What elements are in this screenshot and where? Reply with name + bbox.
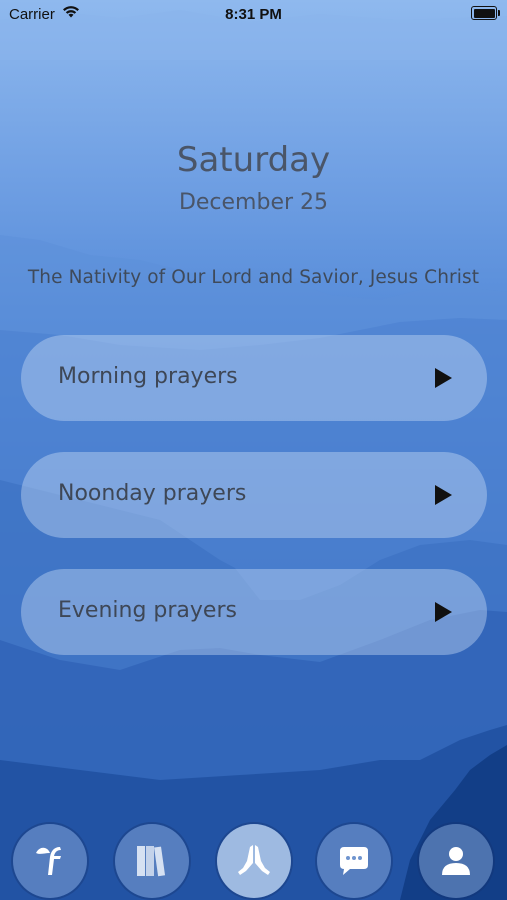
play-icon <box>435 368 452 388</box>
mountain-background <box>0 10 507 900</box>
morning-prayers-button[interactable]: Morning prayers <box>21 335 487 421</box>
calendar-date: December 25 <box>178 190 329 215</box>
battery-icon <box>471 6 500 20</box>
feast-title: The Nativity of Our Lord and Savior, Jes… <box>27 267 480 288</box>
noonday-prayers-button[interactable]: Noonday prayers <box>21 452 487 538</box>
prayer-label: Evening prayers <box>58 598 237 623</box>
status-bar: Carrier 8:31 PM <box>0 0 507 28</box>
chat-bubble-icon <box>340 847 368 875</box>
play-icon <box>435 485 452 505</box>
tab-profile[interactable] <box>419 824 493 898</box>
person-icon <box>442 847 470 875</box>
day-of-week: Saturday <box>176 140 331 180</box>
play-icon <box>435 602 452 622</box>
tab-bar <box>0 820 507 900</box>
tab-messages[interactable] <box>317 824 391 898</box>
evening-prayers-button[interactable]: Evening prayers <box>21 569 487 655</box>
leaf-f-logo-icon <box>36 847 61 875</box>
tab-prayers[interactable] <box>217 824 291 898</box>
tab-home[interactable] <box>13 824 87 898</box>
tab-library[interactable] <box>115 824 189 898</box>
books-icon <box>137 846 166 877</box>
clock-time: 8:31 PM <box>225 6 282 23</box>
praying-hands-icon <box>238 845 270 875</box>
prayer-label: Noonday prayers <box>58 481 247 506</box>
prayer-label: Morning prayers <box>58 364 238 389</box>
